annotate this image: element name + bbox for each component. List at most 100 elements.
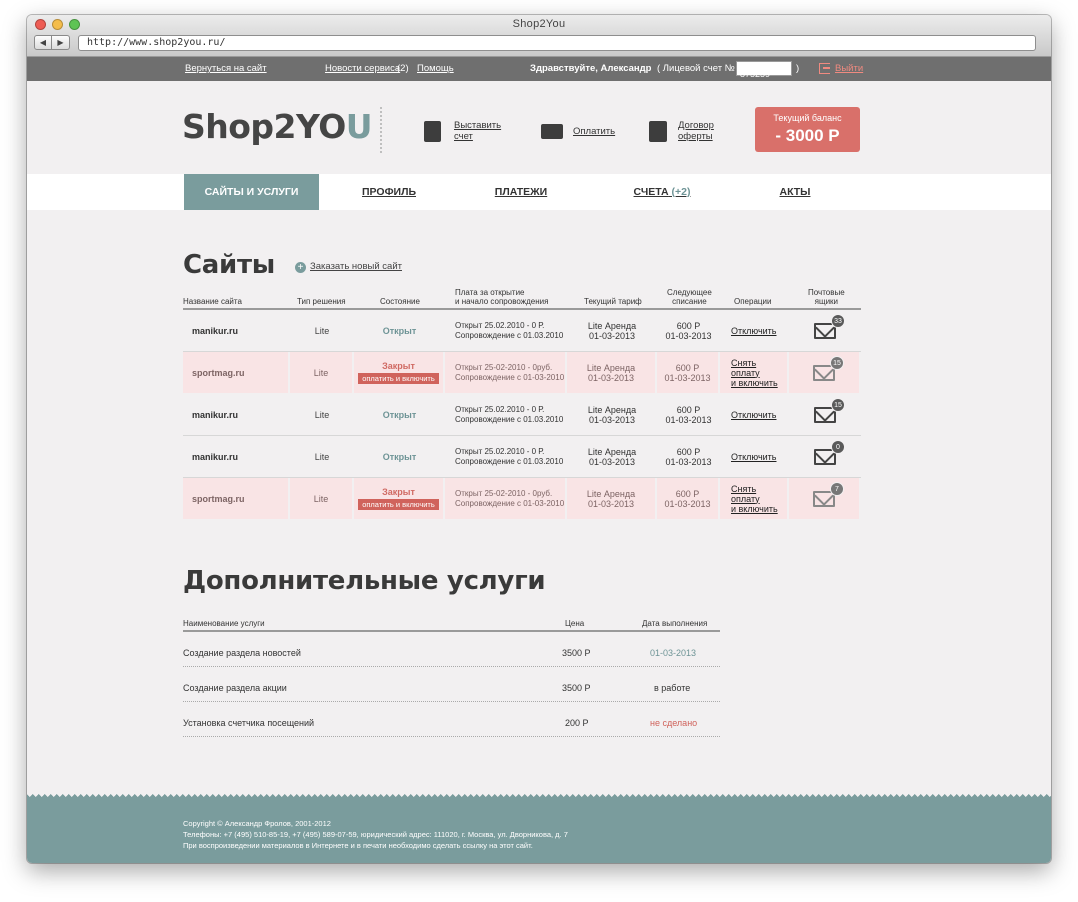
solution-type: Lite bbox=[290, 478, 354, 519]
tab-payments[interactable]: ПЛАТЕЖИ bbox=[481, 174, 561, 210]
fee-support: Сопровождение с 01-03-2010 bbox=[455, 372, 565, 382]
site-name[interactable]: sportmag.ru bbox=[183, 478, 290, 519]
tariff-name: Lite Аренда bbox=[587, 404, 637, 415]
tab-acts[interactable]: АКТЫ bbox=[765, 174, 825, 210]
sites-table: Название сайта Тип решения Состояние Пла… bbox=[183, 288, 861, 520]
col-mail-line1: Почтовые bbox=[808, 288, 845, 297]
service-price: 200 Р bbox=[565, 718, 589, 728]
back-button[interactable]: ◀ bbox=[34, 35, 52, 50]
mailboxes: 15 bbox=[789, 394, 861, 435]
operation-line2: и включить bbox=[731, 503, 778, 514]
account-select[interactable]: 875259 ▼ bbox=[736, 61, 792, 79]
services-table: Наименование услуги Цена Дата выполнения… bbox=[183, 615, 720, 737]
operation-line1: Снять оплату bbox=[731, 357, 760, 378]
back-to-site-link[interactable]: Вернуться на сайт bbox=[185, 63, 267, 74]
document-icon[interactable] bbox=[649, 121, 667, 142]
tab-invoices-count: (+2) bbox=[671, 186, 691, 198]
operation-line1: Отключить bbox=[731, 325, 777, 336]
solution-type: Lite bbox=[290, 352, 354, 393]
help-link[interactable]: Помощь bbox=[417, 63, 454, 74]
status-badge: Открыт bbox=[382, 325, 417, 336]
col-state: Состояние bbox=[380, 297, 420, 306]
order-new-site-link[interactable]: + Заказать новый сайт bbox=[295, 261, 402, 273]
greeting-text: Здравствуйте, Александр bbox=[530, 63, 652, 74]
tariff-date: 01-03-2013 bbox=[587, 372, 635, 383]
next-charge-amount: 600 Р bbox=[676, 320, 701, 331]
next-charge-date: 01-03-2013 bbox=[665, 414, 712, 425]
mailboxes: 0 bbox=[789, 436, 861, 477]
logo-main: Shop2YO bbox=[182, 107, 346, 146]
mail-icon[interactable]: 15 bbox=[813, 355, 844, 381]
fee-opened: Открыт 25-02-2010 - 0руб. bbox=[455, 362, 553, 372]
site-row: sportmag.ru Lite Закрыт оплатить и включить… bbox=[183, 352, 861, 394]
service-date: в работе bbox=[654, 683, 691, 693]
mail-icon[interactable]: 0 bbox=[814, 439, 845, 465]
pay-link[interactable]: Оплатить bbox=[573, 126, 615, 137]
next-charge-amount: 600 Р bbox=[676, 404, 701, 415]
mail-icon[interactable]: 15 bbox=[814, 397, 845, 423]
card-icon[interactable] bbox=[541, 124, 563, 139]
operation-link[interactable]: Отключить bbox=[720, 436, 789, 477]
logo[interactable]: Shop2YOU bbox=[182, 107, 373, 146]
sites-title: Сайты bbox=[183, 250, 275, 280]
footer-zigzag bbox=[27, 794, 1051, 800]
sites-table-body: manikur.ru Lite Открыт Открыт 25.02.2010 - … bbox=[183, 310, 861, 520]
fee-support: Сопровождение с 01.03.2010 bbox=[455, 456, 564, 466]
tab-profile[interactable]: ПРОФИЛЬ bbox=[349, 174, 429, 210]
address-bar[interactable]: http://www.shop2you.ru/ bbox=[78, 35, 1036, 51]
next-charge-date: 01-03-2013 bbox=[665, 330, 712, 341]
fee-opened: Открыт 25.02.2010 - 0 Р. bbox=[455, 404, 545, 414]
operation-link[interactable]: Снять оплату и включить bbox=[720, 478, 789, 519]
mail-count-badge: 15 bbox=[830, 355, 844, 370]
service-price: 3500 Р bbox=[562, 683, 591, 693]
forward-button[interactable]: ▶ bbox=[52, 35, 70, 50]
mailboxes: 7 bbox=[789, 478, 861, 519]
tab-sites-services[interactable]: САЙТЫ И УСЛУГИ bbox=[184, 174, 319, 210]
balance-label: Текущий баланс bbox=[773, 113, 842, 123]
operation-line1: Отключить bbox=[731, 409, 777, 420]
invoice-icon[interactable] bbox=[424, 121, 441, 142]
fee-opened: Открыт 25.02.2010 - 0 Р. bbox=[455, 446, 545, 456]
tariff-name: Lite Аренда bbox=[587, 446, 637, 457]
current-tariff: Lite Аренда 01-03-2013 bbox=[567, 352, 657, 393]
offer-contract-link[interactable]: Договор оферты bbox=[678, 120, 714, 142]
solution-type: Lite bbox=[314, 451, 330, 462]
current-tariff: Lite Аренда 01-03-2013 bbox=[567, 310, 657, 351]
site-name[interactable]: manikur.ru bbox=[183, 310, 290, 351]
tariff-date: 01-03-2013 bbox=[587, 498, 635, 509]
footer-contacts: Телефоны: +7 (495) 510-85-19, +7 (495) 5… bbox=[183, 830, 568, 839]
operation-link[interactable]: Отключить bbox=[720, 394, 789, 435]
service-row: Создание раздела акции 3500 Р в работе bbox=[183, 667, 720, 702]
solution-type: Lite bbox=[314, 409, 330, 420]
site-state: Открыт bbox=[354, 436, 445, 477]
pay-and-enable-button[interactable]: оплатить и включить bbox=[358, 499, 439, 510]
top-bar: Вернуться на сайт Новости сервиса (2) По… bbox=[27, 57, 1051, 81]
logout-link[interactable]: Выйти bbox=[835, 63, 863, 74]
window-title: Shop2You bbox=[512, 18, 566, 30]
logout-icon[interactable] bbox=[819, 63, 830, 74]
site-name[interactable]: manikur.ru bbox=[183, 436, 290, 477]
site-name[interactable]: sportmag.ru bbox=[183, 352, 290, 393]
col-operations: Операции bbox=[734, 297, 772, 306]
next-charge-date: 01-03-2013 bbox=[664, 372, 711, 383]
col-next-line2: списание bbox=[672, 297, 707, 306]
operation-link[interactable]: Снять оплату и включить bbox=[720, 352, 789, 393]
pay-and-enable-button[interactable]: оплатить и включить bbox=[358, 373, 439, 384]
site-name[interactable]: manikur.ru bbox=[183, 394, 290, 435]
col-next-charge: Следующее списание bbox=[667, 288, 712, 306]
footer-notice: При воспроизведении материалов в Интерне… bbox=[183, 841, 533, 850]
opening-fee: Открыт 25-02-2010 - 0руб. Сопровождение с… bbox=[445, 478, 567, 519]
chevron-down-icon: ▼ bbox=[781, 65, 788, 72]
issue-invoice-link[interactable]: Выставить счет bbox=[454, 120, 501, 142]
tab-invoices[interactable]: СЧЕТА (+2) bbox=[627, 174, 697, 210]
mail-icon[interactable]: 7 bbox=[813, 481, 844, 507]
site-row: sportmag.ru Lite Закрыт оплатить и включить… bbox=[183, 478, 861, 520]
mail-icon[interactable]: 33 bbox=[814, 313, 845, 339]
service-name: Создание раздела новостей bbox=[183, 648, 301, 658]
operation-link[interactable]: Отключить bbox=[720, 310, 789, 351]
account-label-close: ) bbox=[796, 63, 800, 74]
service-news-link[interactable]: Новости сервиса bbox=[325, 63, 400, 74]
operation-line1: Снять оплату bbox=[731, 483, 760, 504]
current-tariff: Lite Аренда 01-03-2013 bbox=[567, 436, 657, 477]
next-charge: 600 Р 01-03-2013 bbox=[657, 436, 720, 477]
